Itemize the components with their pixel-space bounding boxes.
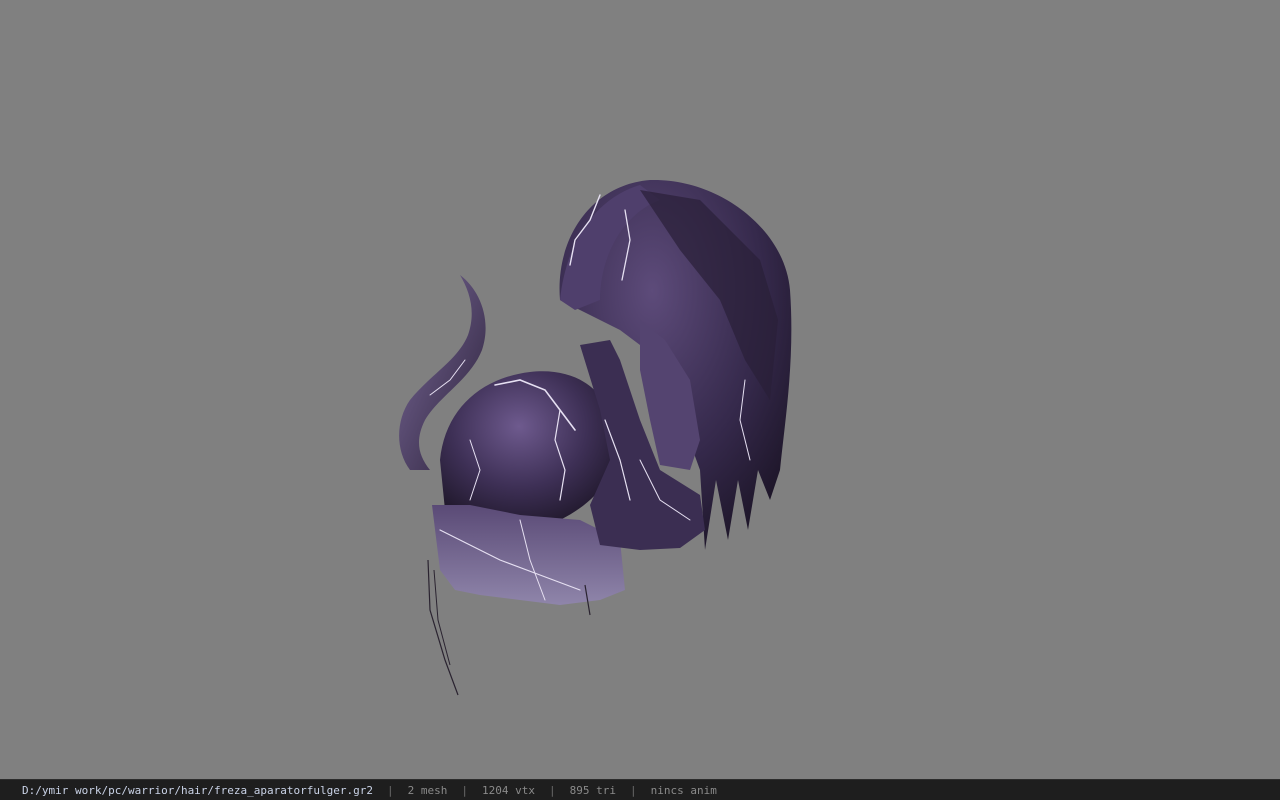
vertex-count-label: 1204 vtx bbox=[482, 783, 535, 797]
mesh-count-label: 2 mesh bbox=[407, 783, 448, 797]
file-path-label: D:/ymir work/pc/warrior/hair/freza_apara… bbox=[22, 783, 373, 797]
triangle-count-label: 895 tri bbox=[569, 783, 616, 797]
status-separator: | bbox=[548, 783, 556, 797]
hair-model-render[interactable] bbox=[0, 0, 1280, 779]
status-separator: | bbox=[387, 783, 394, 797]
3d-viewport[interactable] bbox=[0, 0, 1280, 779]
animation-status-label: nincs anim bbox=[650, 783, 717, 797]
status-bar: D:/ymir work/pc/warrior/hair/freza_apara… bbox=[0, 779, 1280, 800]
status-separator: | bbox=[461, 783, 468, 797]
status-separator: | bbox=[629, 783, 637, 797]
